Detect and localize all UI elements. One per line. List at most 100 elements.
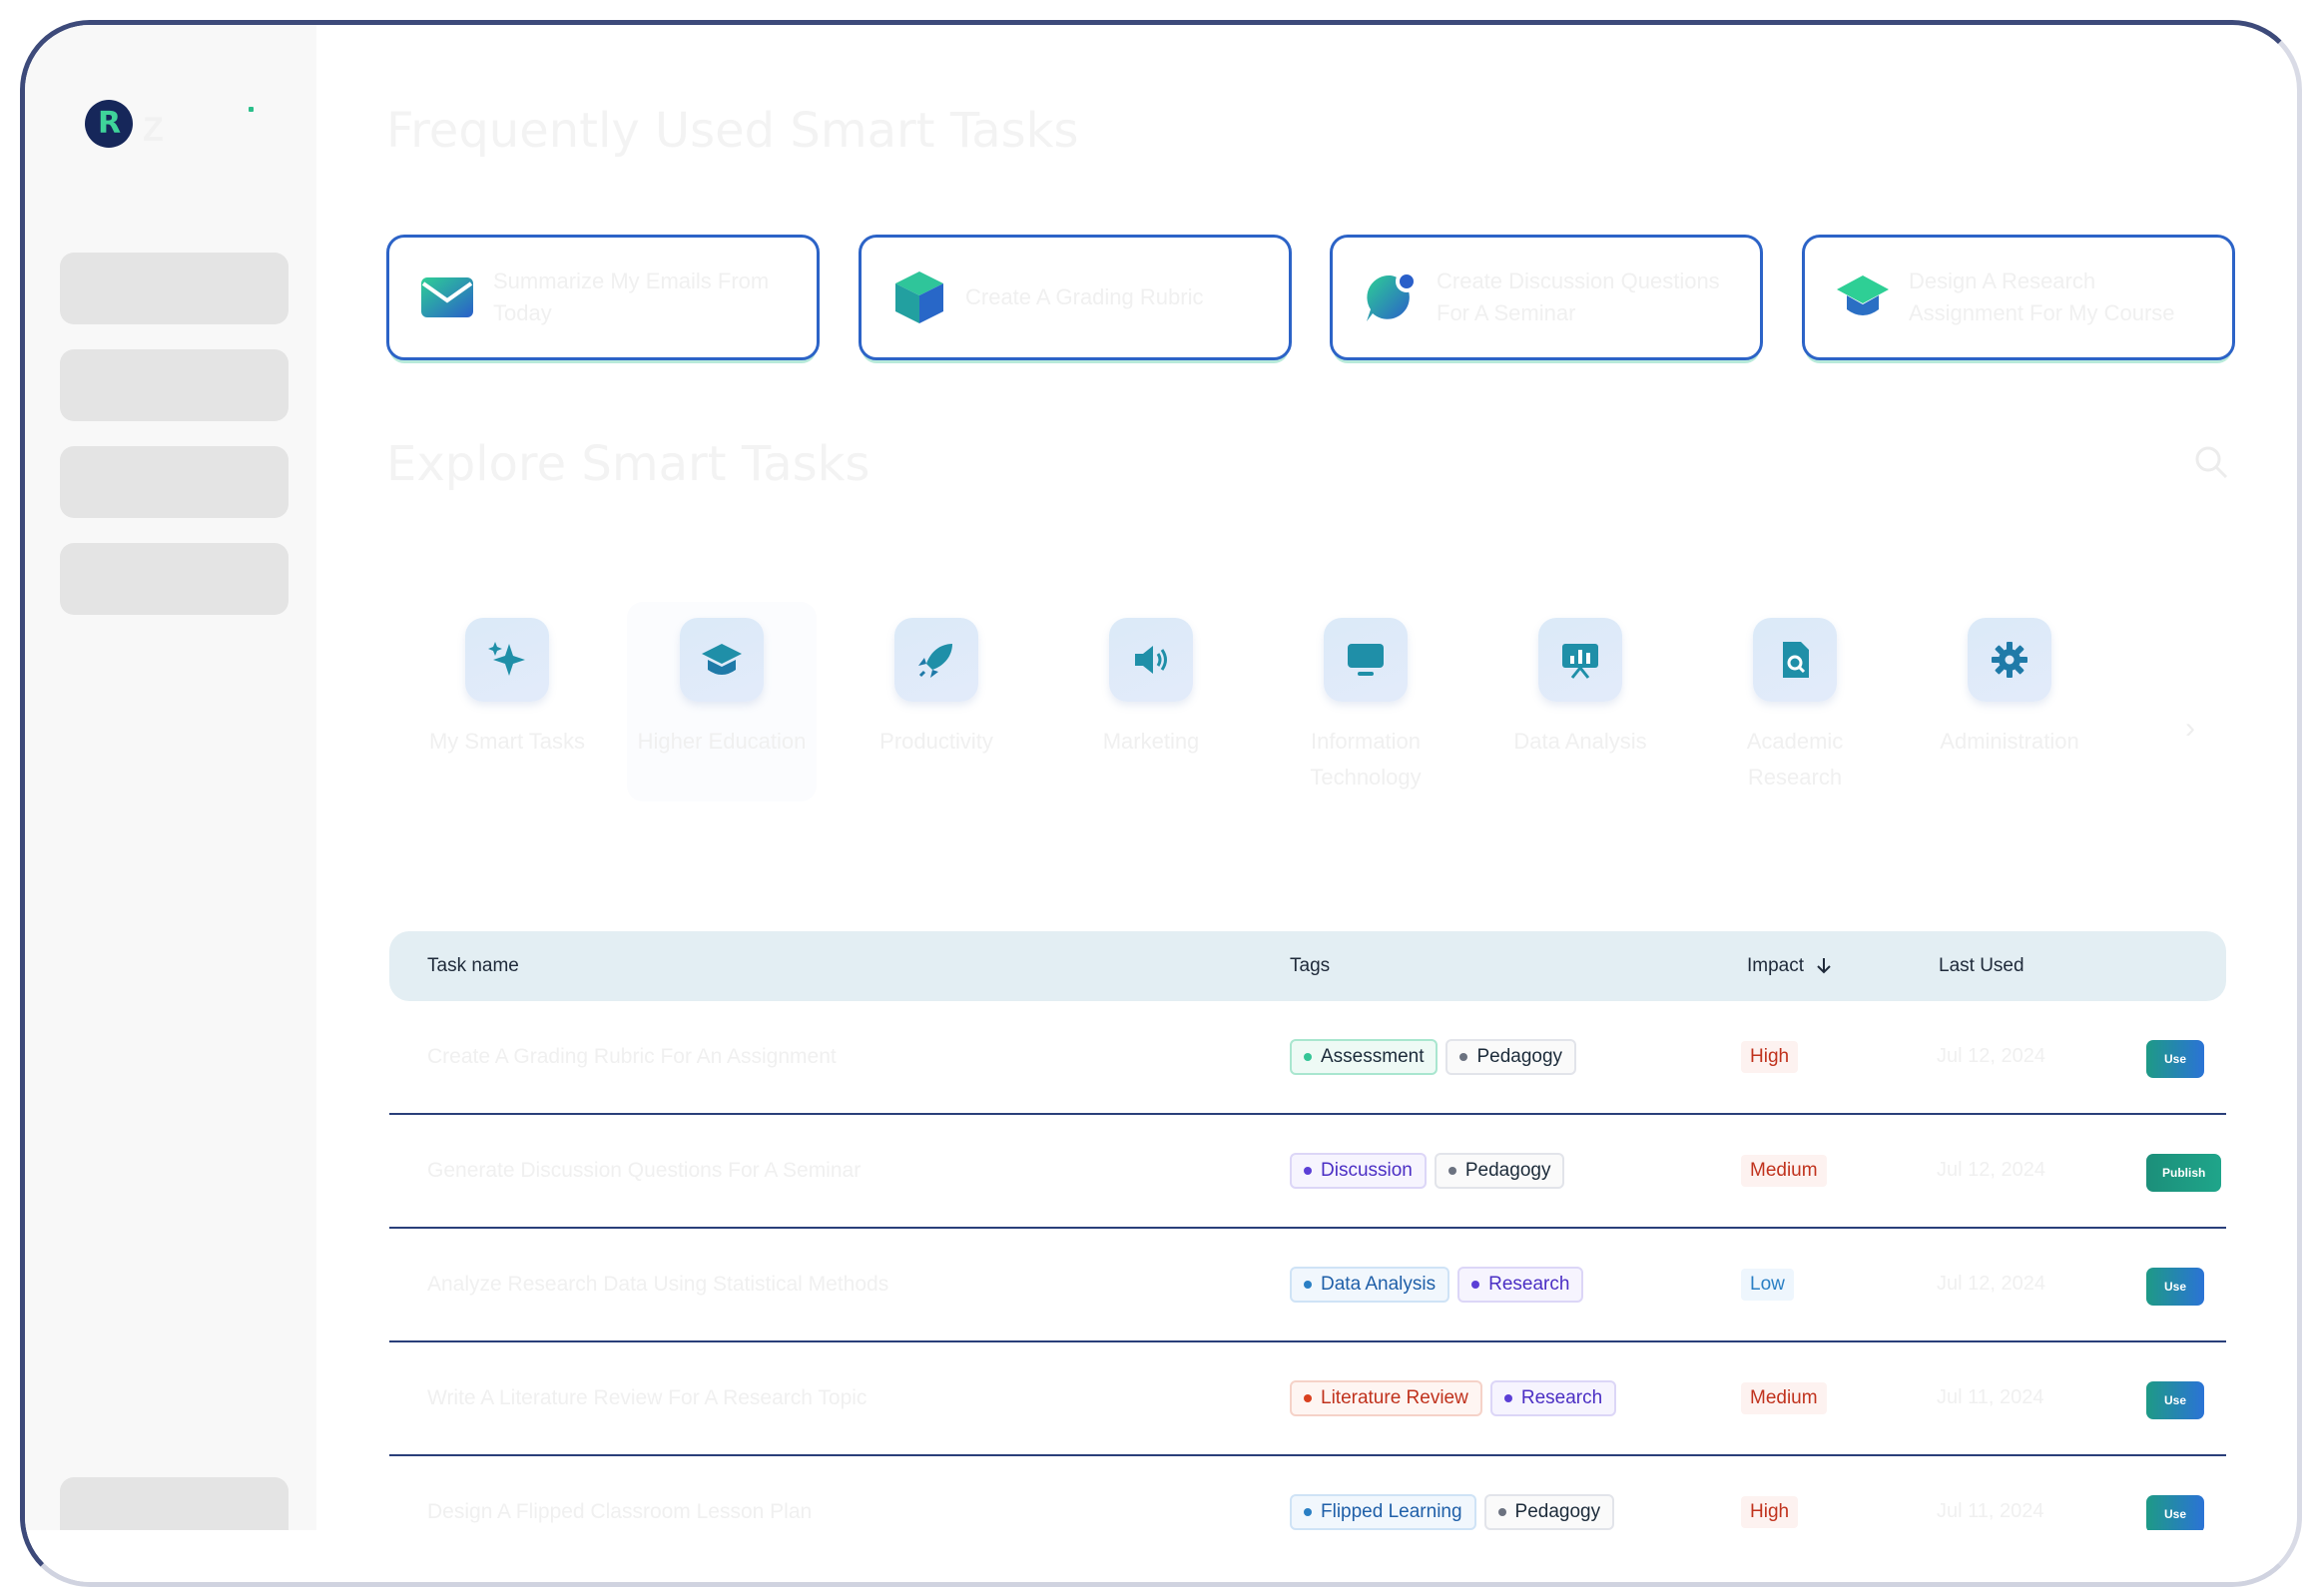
impact-badge: Medium [1741, 1155, 1827, 1187]
category-productivity[interactable]: Productivity [842, 618, 1031, 760]
brand-name: Z [143, 111, 165, 149]
tag-badge: Literature Review [1290, 1380, 1482, 1416]
sparkles-icon [488, 642, 525, 676]
table-row[interactable]: Analyze Research Data Using Statistical … [389, 1229, 2226, 1342]
tag-dot [1304, 1508, 1312, 1516]
category-tile [1538, 618, 1622, 702]
table-row[interactable]: Generate Discussion Questions For A Semi… [389, 1115, 2226, 1229]
tag-list: Assessment Pedagogy [1290, 1039, 1577, 1075]
impact-badge: Low [1741, 1269, 1794, 1301]
task-name[interactable]: Generate Discussion Questions For A Semi… [427, 1159, 861, 1183]
tag-badge: Pedagogy [1434, 1153, 1565, 1189]
tag-dot [1503, 1394, 1512, 1402]
tag-label: Research [1488, 1274, 1570, 1295]
last-used-date: Jul 12, 2024 [1937, 1273, 2045, 1295]
last-used-date: Jul 12, 2024 [1937, 1159, 2045, 1181]
app-window: R Z Frequently Used Smart Tasks Summariz… [20, 20, 2302, 1587]
search-icon[interactable] [2193, 444, 2229, 480]
tag-dot [1304, 1394, 1312, 1402]
favorite-card-research[interactable]: Design A Research Assignment For My Cour… [1802, 235, 2235, 360]
last-used-date: Jul 11, 2024 [1937, 1386, 2044, 1408]
category-label: Higher Education [637, 729, 807, 754]
tag-badge: Assessment [1290, 1039, 1439, 1075]
tag-badge: Pedagogy [1445, 1039, 1577, 1075]
category-higher-education[interactable]: Higher Education [627, 602, 817, 801]
tag-dot [1304, 1281, 1312, 1289]
monitor-icon [1348, 644, 1384, 676]
use-button[interactable]: Use [2146, 1040, 2205, 1078]
column-header-impact[interactable]: Impact [1747, 955, 1833, 977]
impact-header-label: Impact [1747, 955, 1805, 976]
table-row[interactable]: Create A Grading Rubric For An Assignmen… [389, 1001, 2226, 1115]
tag-label: Pedagogy [1464, 1160, 1551, 1181]
tag-dot [1304, 1053, 1312, 1061]
column-header-task-name[interactable]: Task name [427, 955, 519, 977]
favorite-card-discussion[interactable]: Create Discussion Questions For A Semina… [1330, 235, 1763, 360]
brand-logo[interactable]: R [85, 100, 133, 148]
category-marketing[interactable]: Marketing [1056, 618, 1246, 760]
tag-label: Discussion [1321, 1160, 1413, 1181]
tag-dot [1497, 1508, 1506, 1516]
favorite-card-label: Design A Research Assignment For My Cour… [1909, 268, 2175, 325]
category-tile [1109, 618, 1193, 702]
use-button[interactable]: Use [2146, 1268, 2205, 1306]
bottom-fade [25, 1530, 2297, 1582]
task-name[interactable]: Analyze Research Data Using Statistical … [427, 1273, 888, 1297]
category-tile [680, 618, 764, 702]
task-name[interactable]: Design A Flipped Classroom Lesson Plan [427, 1500, 812, 1524]
favorite-card-label: Summarize My Emails From Today [493, 268, 770, 325]
last-used-date: Jul 12, 2024 [1937, 1045, 2045, 1067]
tag-dot [1304, 1167, 1312, 1175]
graduation-cap-icon [1837, 275, 1889, 315]
tag-label: Assessment [1321, 1046, 1425, 1067]
document-search-icon [1783, 642, 1809, 678]
tag-dot [1459, 1053, 1468, 1061]
category-administration[interactable]: Administration [1915, 618, 2104, 760]
tag-badge: Research [1489, 1380, 1617, 1416]
impact-badge: Medium [1741, 1382, 1827, 1414]
category-my-smart-tasks[interactable]: My Smart Tasks [412, 618, 602, 760]
category-label: Administration [1940, 729, 2079, 754]
megaphone-icon [1135, 646, 1167, 674]
column-header-tags[interactable]: Tags [1290, 955, 1330, 977]
sidebar-item-2[interactable] [60, 349, 289, 421]
category-label: Marketing [1102, 729, 1200, 754]
category-tile [1968, 618, 2051, 702]
impact-badge: High [1741, 1496, 1799, 1528]
task-name[interactable]: Create A Grading Rubric For An Assignmen… [427, 1045, 837, 1069]
column-header-last-used[interactable]: Last Used [1939, 955, 2024, 977]
favorite-card-rubric[interactable]: Create A Grading Rubric [859, 235, 1292, 360]
logo-mark-icon: R [98, 106, 122, 141]
sidebar-item-3[interactable] [60, 446, 289, 518]
impact-badge: High [1741, 1041, 1799, 1073]
task-name[interactable]: Write A Literature Review For A Research… [427, 1386, 866, 1410]
sidebar-item-4[interactable] [60, 543, 289, 615]
category-academic-research[interactable]: Academic Research [1700, 618, 1890, 796]
use-button[interactable]: Use [2146, 1495, 2205, 1533]
tag-list: Flipped Learning Pedagogy [1290, 1494, 1615, 1530]
category-label: Information Technology [1310, 729, 1422, 790]
category-tile [465, 618, 549, 702]
table-row[interactable]: Write A Literature Review For A Research… [389, 1342, 2226, 1456]
tag-list: Discussion Pedagogy [1290, 1153, 1565, 1189]
presentation-icon [1562, 644, 1598, 679]
category-data-analysis[interactable]: Data Analysis [1485, 618, 1675, 760]
category-tile [1324, 618, 1408, 702]
sidebar-item-1[interactable] [60, 253, 289, 324]
graduation-cap-icon [702, 644, 742, 675]
tag-badge: Research [1457, 1267, 1584, 1303]
tag-label: Flipped Learning [1321, 1501, 1462, 1522]
category-information-technology[interactable]: Information Technology [1271, 618, 1460, 796]
tag-label: Pedagogy [1476, 1046, 1563, 1067]
category-label: Productivity [879, 729, 993, 754]
tag-badge: Data Analysis [1290, 1267, 1450, 1303]
use-button[interactable]: Use [2146, 1381, 2205, 1419]
publish-button[interactable]: Publish [2146, 1154, 2222, 1192]
category-label: Data Analysis [1513, 729, 1647, 754]
favorite-card-emails[interactable]: Summarize My Emails From Today [386, 235, 820, 360]
chat-bubble-icon [1367, 270, 1418, 321]
chevron-right-icon[interactable]: › [2185, 712, 2195, 746]
category-label: Academic Research [1746, 729, 1844, 790]
category-tile [1753, 618, 1837, 702]
rocket-icon [918, 644, 952, 678]
